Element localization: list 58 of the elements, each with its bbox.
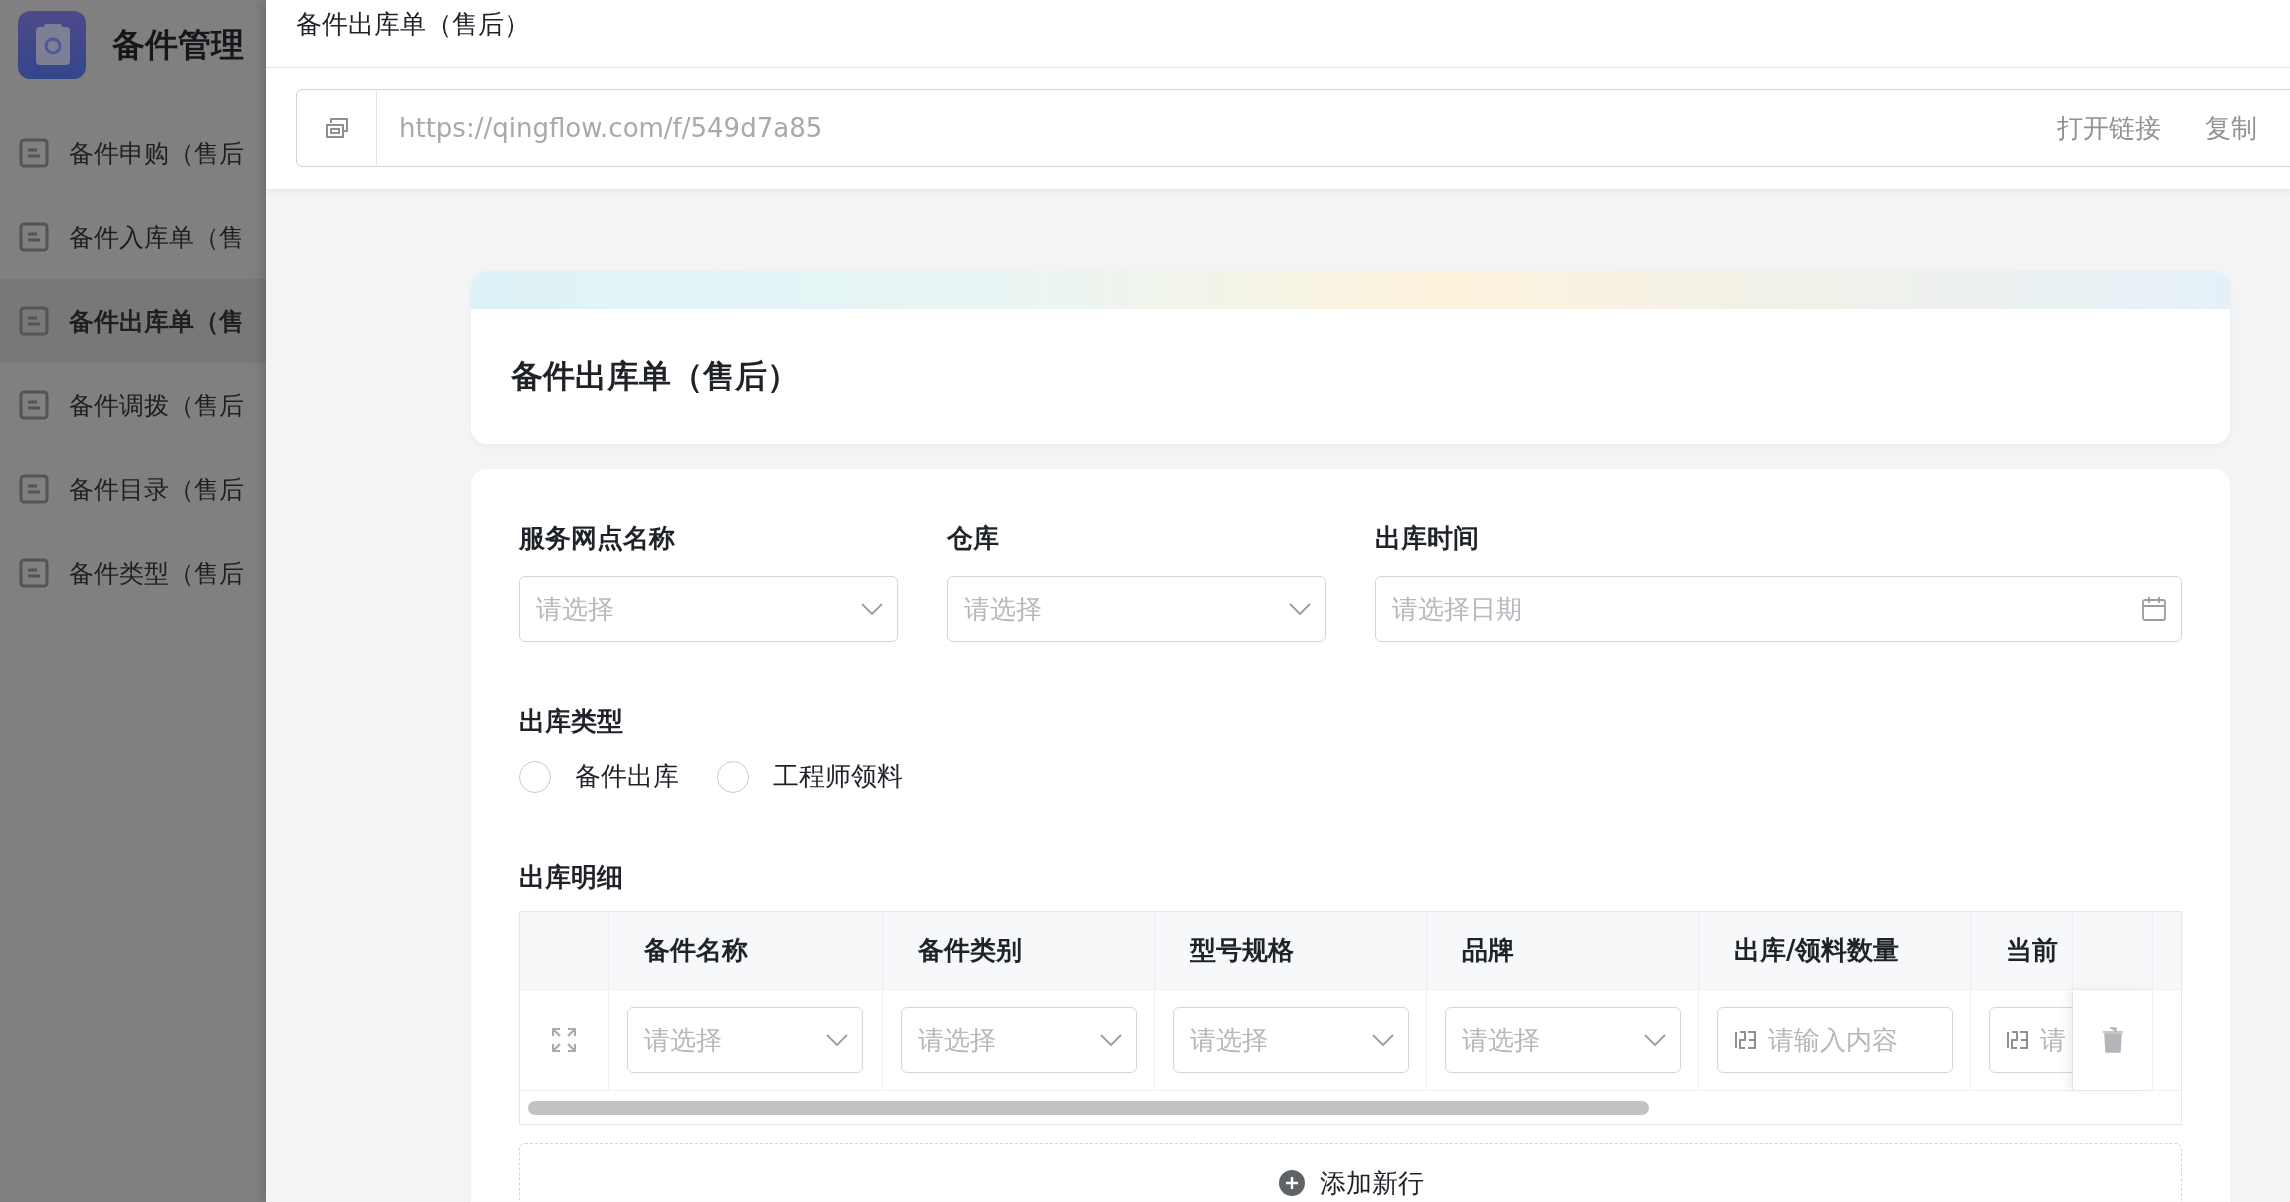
select-field[interactable]: 请选择 [947, 576, 1326, 642]
number-icon [1734, 1029, 1758, 1051]
column-header: 出库/领料数量 [1699, 912, 1971, 990]
select-field[interactable]: 请选择 [1445, 1007, 1681, 1073]
select-field[interactable]: 请选择 [1173, 1007, 1409, 1073]
link-icon [324, 117, 349, 139]
number-field[interactable]: 请 [1989, 1007, 2072, 1073]
select-field[interactable]: 请选择 [901, 1007, 1137, 1073]
chevron-down-icon [1372, 1033, 1394, 1047]
column-header: 当前 [1971, 912, 2073, 990]
chevron-down-icon [1100, 1033, 1122, 1047]
field-label: 出库时间 [1375, 522, 1480, 555]
column-header: 品牌 [1427, 912, 1699, 990]
sidebar-item[interactable]: 备件申购（售后 [0, 111, 266, 195]
document-icon [19, 390, 49, 420]
sidebar-item[interactable]: 备件入库单（售 [0, 195, 266, 279]
add-row-button[interactable]: 添加新行 [519, 1143, 2182, 1202]
link-action[interactable]: 打开链接 [2057, 110, 2161, 146]
date-field[interactable]: 请选择日期 [1375, 576, 2182, 642]
chevron-down-icon [826, 1033, 848, 1047]
document-icon [19, 306, 49, 336]
document-icon [19, 474, 49, 504]
radio-label: 工程师领料 [773, 760, 903, 793]
sidebar-item[interactable]: 备件出库单（售 [0, 279, 266, 363]
select-field[interactable]: 请选择 [519, 576, 898, 642]
chevron-down-icon [1644, 1033, 1666, 1047]
field-label: 出库明细 [519, 861, 624, 894]
field-label: 服务网点名称 [519, 522, 676, 555]
column-header: 型号规格 [1155, 912, 1427, 990]
column-header: 备件名称 [609, 912, 883, 990]
number-field[interactable]: 请输入内容 [1717, 1007, 1953, 1073]
trash-icon[interactable] [2101, 1027, 2124, 1053]
app-logo-icon [18, 11, 86, 79]
form-title: 备件出库单（售后） [510, 355, 800, 397]
chevron-down-icon [1289, 602, 1311, 616]
chevron-down-icon [861, 602, 883, 616]
calendar-icon [2141, 596, 2167, 622]
link-action[interactable]: 复制 [2205, 110, 2257, 146]
column-header: 备件类别 [883, 912, 1155, 990]
document-icon [19, 222, 49, 252]
scrollbar-thumb[interactable] [528, 1100, 1649, 1115]
field-label: 出库类型 [519, 705, 624, 738]
drawer-title: 备件出库单（售后） [296, 8, 530, 41]
radio-button[interactable] [519, 760, 551, 793]
sidebar-item[interactable]: 备件调拨（售后 [0, 363, 266, 447]
number-icon [2006, 1029, 2030, 1051]
radio-button[interactable] [717, 760, 749, 793]
document-icon [19, 558, 49, 588]
app-title: 备件管理 [112, 23, 244, 66]
sidebar-item[interactable]: 备件目录（售后 [0, 447, 266, 531]
document-icon [19, 138, 49, 168]
field-label: 仓库 [947, 522, 1000, 555]
expand-icon[interactable] [551, 1027, 577, 1053]
sidebar-item[interactable]: 备件类型（售后 [0, 531, 266, 615]
link-field[interactable]: https://qingflow.com/f/549d7a85 [377, 113, 2057, 143]
plus-icon [1277, 1169, 1306, 1197]
select-field[interactable]: 请选择 [627, 1007, 863, 1073]
radio-label: 备件出库 [575, 760, 679, 793]
